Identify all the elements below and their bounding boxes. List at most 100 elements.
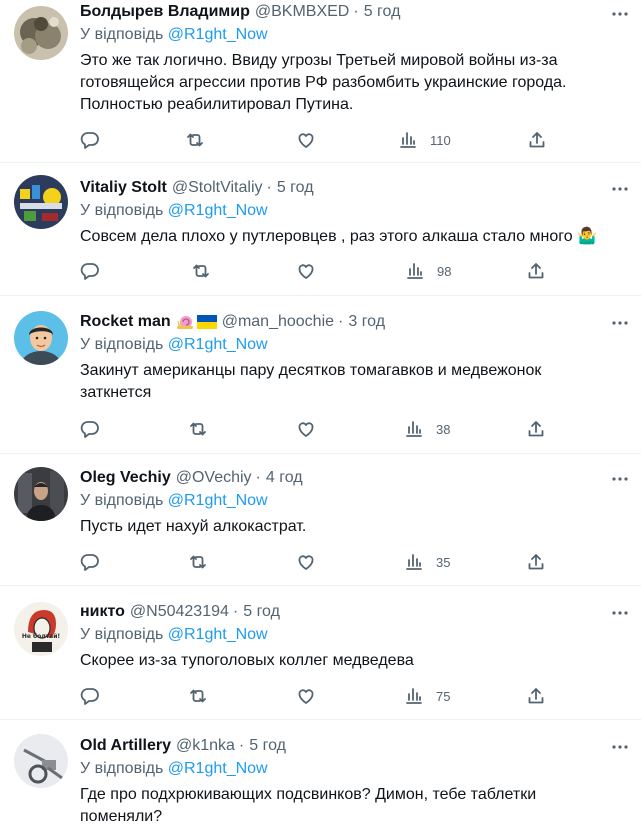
reply-button[interactable]	[80, 418, 100, 440]
action-bar: 35	[0, 551, 641, 573]
more-options-button[interactable]	[609, 312, 631, 334]
display-name[interactable]: Old Artillery	[80, 737, 171, 755]
reply-context: У відповідь @R1ght_Now	[80, 26, 268, 48]
more-options-button[interactable]	[609, 468, 631, 490]
more-options-button[interactable]	[609, 178, 631, 200]
user-handle[interactable]: @StoltVitaliy	[172, 179, 263, 197]
tweet[interactable]: Болдырев Владимир @BKMBXED · 5 год У від…	[0, 0, 641, 163]
share-button[interactable]	[527, 129, 547, 151]
display-name[interactable]: Oleg Vechiy	[80, 469, 171, 487]
three-dots-icon	[612, 321, 628, 325]
share-button[interactable]	[526, 418, 546, 440]
user-handle[interactable]: @k1nka	[176, 737, 235, 755]
timestamp[interactable]: 5 год	[364, 3, 401, 21]
share-button[interactable]	[526, 260, 546, 282]
reply-button[interactable]	[80, 129, 100, 151]
avatar[interactable]	[14, 467, 68, 521]
more-options-button[interactable]	[609, 736, 631, 758]
reply-mention-link[interactable]: @R1ght_Now	[168, 760, 268, 777]
avatar[interactable]	[14, 311, 68, 365]
views-button[interactable]: 110	[398, 129, 451, 151]
reply-prefix: У відповідь	[80, 626, 164, 643]
reply-mention-link[interactable]: @R1ght_Now	[168, 492, 268, 509]
timestamp[interactable]: 3 год	[348, 313, 385, 331]
user-handle[interactable]: @BKMBXED	[255, 3, 349, 21]
share-button[interactable]	[526, 685, 546, 707]
avatar-image: Не болтай!	[14, 602, 68, 656]
tweet[interactable]: Oleg Vechiy @OVechiy · 4 год У відповідь…	[0, 454, 641, 586]
tweet-text: Совсем дела плохо у путлеровцев , раз эт…	[80, 228, 598, 245]
avatar-image	[14, 467, 68, 521]
display-name[interactable]: Vitaliy Stolt	[80, 179, 167, 197]
name-emoji	[175, 312, 217, 332]
views-button[interactable]: 75	[404, 685, 450, 707]
three-dots-icon	[612, 12, 628, 16]
retweet-arrows-icon	[193, 264, 209, 278]
retweet-button[interactable]	[191, 260, 211, 282]
views-count: 35	[436, 554, 451, 570]
views-count: 98	[437, 263, 452, 279]
user-handle[interactable]: @man_hoochie	[222, 313, 334, 331]
views-count: 75	[436, 688, 451, 704]
display-name[interactable]: никто	[80, 603, 125, 621]
display-name[interactable]: Rocket man	[80, 313, 171, 331]
reply-mention-link[interactable]: @R1ght_Now	[168, 336, 268, 353]
reply-prefix: У відповідь	[80, 760, 164, 777]
three-dots-icon	[612, 611, 628, 615]
heart-icon	[298, 422, 314, 437]
action-bar: 98	[0, 260, 641, 282]
share-button[interactable]	[526, 551, 546, 573]
avatar[interactable]	[14, 6, 68, 60]
tweet[interactable]: Vitaliy Stolt @StoltVitaliy · 5 год У ві…	[0, 163, 641, 296]
reply-context: У відповідь @R1ght_Now	[80, 626, 268, 648]
retweet-button[interactable]	[188, 551, 208, 573]
reply-context: У відповідь @R1ght_Now	[80, 760, 268, 782]
retweet-button[interactable]	[185, 129, 205, 151]
speech-bubble-icon	[80, 132, 99, 149]
like-button[interactable]	[296, 685, 316, 707]
bar-chart-icon	[406, 421, 422, 437]
reply-button[interactable]	[80, 551, 100, 573]
heart-icon	[298, 555, 314, 570]
tweet-text: Скорее из-за тупоголовых коллег медведев…	[80, 652, 414, 669]
tweet[interactable]: Old Artillery @k1nka · 5 год У відповідь…	[0, 720, 641, 837]
user-handle[interactable]: @N50423194	[130, 603, 229, 621]
timestamp[interactable]: 4 год	[266, 469, 303, 487]
retweet-button[interactable]	[188, 418, 208, 440]
share-upload-icon	[528, 554, 544, 570]
avatar[interactable]	[14, 734, 68, 788]
avatar-image	[14, 175, 68, 229]
views-button[interactable]: 35	[404, 551, 450, 573]
tweet[interactable]: Rocket man @man_hoochie · 3 год У відпов…	[0, 296, 641, 454]
avatar[interactable]: Не болтай!	[14, 602, 68, 656]
reply-mention-link[interactable]: @R1ght_Now	[168, 202, 268, 219]
views-button[interactable]: 38	[404, 418, 450, 440]
share-upload-icon	[529, 132, 545, 148]
three-dots-icon	[612, 477, 628, 481]
tweet-text: Пусть идет нахуй алкокастрат.	[80, 518, 307, 535]
more-options-button[interactable]	[609, 602, 631, 624]
reply-context: У відповідь @R1ght_Now	[80, 492, 268, 514]
display-name[interactable]: Болдырев Владимир	[80, 3, 250, 21]
ukraine-flag-icon	[196, 315, 217, 329]
tweet[interactable]: Не болтай! никто @N50423194 · 5 год У ві…	[0, 586, 641, 720]
reply-mention-link[interactable]: @R1ght_Now	[168, 26, 268, 43]
retweet-button[interactable]	[188, 685, 208, 707]
avatar-image	[14, 6, 68, 60]
like-button[interactable]	[296, 418, 316, 440]
like-button[interactable]	[296, 551, 316, 573]
views-button[interactable]: 98	[405, 260, 451, 282]
timestamp[interactable]: 5 год	[243, 603, 280, 621]
avatar[interactable]	[14, 175, 68, 229]
action-bar: 75	[0, 685, 641, 707]
reply-button[interactable]	[80, 685, 100, 707]
timestamp[interactable]: 5 год	[249, 737, 286, 755]
reply-mention-link[interactable]: @R1ght_Now	[168, 626, 268, 643]
like-button[interactable]	[296, 129, 316, 151]
more-options-button[interactable]	[609, 3, 631, 25]
user-handle[interactable]: @OVechiy	[176, 469, 252, 487]
retweet-arrows-icon	[190, 422, 206, 436]
timestamp[interactable]: 5 год	[277, 179, 314, 197]
reply-button[interactable]	[80, 260, 100, 282]
like-button[interactable]	[296, 260, 316, 282]
